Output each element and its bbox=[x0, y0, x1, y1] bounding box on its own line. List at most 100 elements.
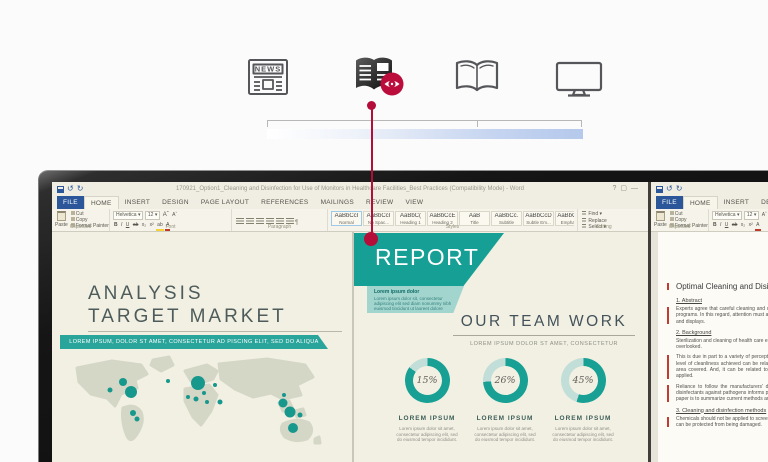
divider bbox=[88, 331, 342, 332]
ribbon-tab[interactable]: REVIEW bbox=[360, 196, 399, 209]
ribbon-tab[interactable]: DESIGN bbox=[755, 196, 768, 209]
copy-icon bbox=[71, 217, 75, 221]
save-icon[interactable] bbox=[656, 186, 663, 193]
font-size-dropdown[interactable]: 12 ▾ bbox=[744, 211, 759, 220]
ribbon: Paste Cut Copy Format Painter Clipboard … bbox=[52, 209, 648, 232]
paper-paragraph: This is due in part to a variety of perc… bbox=[676, 354, 768, 379]
title-bar: ↺ ↻ 170921_Option1_Cleaning and Disinfec… bbox=[52, 182, 648, 196]
ribbon-options-button[interactable]: ▢ bbox=[620, 185, 631, 192]
font-name-dropdown[interactable]: Helvetica ▾ bbox=[712, 211, 742, 220]
ribbon-tab[interactable]: FILE bbox=[656, 196, 683, 209]
stat-heading: LOREM IPSUM bbox=[389, 415, 465, 422]
undo-icon[interactable]: ↺ bbox=[666, 184, 673, 194]
ribbon-tab[interactable]: INSERT bbox=[718, 196, 756, 209]
ribbon-tab[interactable]: PAGE LAYOUT bbox=[195, 196, 255, 209]
document-area: Optimal Cleaning and Disinfection of Mon… bbox=[651, 232, 768, 462]
style-sample: AaBbCc. bbox=[492, 213, 521, 220]
team-subheading: LOREM IPSUM DOLOR ST AMET, CONSECTETUR bbox=[448, 341, 640, 347]
save-icon[interactable] bbox=[57, 186, 64, 193]
newspaper-icon-art: NEWS bbox=[246, 56, 290, 98]
paste-button[interactable]: Paste bbox=[654, 211, 667, 224]
monitor-icon[interactable] bbox=[554, 60, 604, 98]
document-title: 170921_Option1_Cleaning and Disinfection… bbox=[52, 182, 648, 196]
quick-access-toolbar[interactable]: ↺ ↻ bbox=[57, 184, 83, 194]
stat-heading: LOREM IPSUM bbox=[545, 415, 621, 422]
magazine-reader-icon-art bbox=[352, 54, 404, 98]
style-sample: AaBbCcI bbox=[364, 213, 393, 220]
quick-access-toolbar[interactable]: ↺ ↻ bbox=[656, 184, 682, 194]
page-heading: ANALYSIS TARGET MARKET bbox=[88, 282, 287, 328]
ribbon-tab[interactable]: REFERENCES bbox=[255, 196, 314, 209]
word-window-2: ↺ ↻ FILEHOMEINSERTDESIGNPAGE LAYOUT Past… bbox=[651, 182, 768, 462]
style-sample: AaBbCcD bbox=[524, 213, 553, 220]
paste-button[interactable]: Paste bbox=[55, 211, 68, 224]
newspaper-icon[interactable]: NEWS bbox=[246, 56, 290, 98]
donut-chart: 45% bbox=[561, 358, 606, 403]
font-name-dropdown[interactable]: Helvetica ▾ bbox=[113, 211, 143, 220]
monitor-screen: ↺ ↻ 170921_Option1_Cleaning and Disinfec… bbox=[52, 182, 768, 462]
styles-group: AaBbCcI Normal AaBbCcI No Spac... AaBbC( bbox=[328, 209, 578, 231]
style-sample: AaBbCcE bbox=[428, 213, 457, 220]
document-page-analysis: ANALYSIS TARGET MARKET LOREM IPSUM, DOLO… bbox=[52, 232, 352, 462]
ribbon-tab[interactable]: FILE bbox=[57, 196, 84, 209]
divider bbox=[453, 335, 635, 336]
paper-heading: 3. Cleaning and disinfection methods bbox=[676, 408, 768, 414]
paper-title: Optimal Cleaning and Disinfection of Mon… bbox=[676, 282, 768, 291]
ribbon-tab[interactable]: INSERT bbox=[119, 196, 157, 209]
style-sample: AaBbCcD bbox=[556, 213, 574, 220]
paper-paragraph: Experts agree that careful cleaning and … bbox=[676, 306, 768, 325]
open-book-icon-art bbox=[452, 57, 502, 97]
ribbon-tab[interactable]: HOME bbox=[84, 196, 119, 209]
magazine-reader-icon[interactable] bbox=[352, 54, 404, 98]
monitor-icon-art bbox=[554, 60, 604, 98]
stat-heading: LOREM IPSUM bbox=[467, 415, 543, 422]
donut-value: 26% bbox=[483, 358, 528, 403]
stat-column: 15% LOREM IPSUM Lorem ipsum dolor sit am… bbox=[389, 358, 465, 443]
world-map bbox=[57, 354, 347, 450]
style-sample: AaB bbox=[460, 213, 489, 220]
ribbon: Paste Cut Copy Format Painter Clipboard … bbox=[651, 209, 768, 232]
font-group: Helvetica ▾ 12 ▾ Aˆ Aˇ B I U ab x₂ x² A bbox=[709, 209, 768, 231]
grow-font-button[interactable]: Aˆ bbox=[162, 212, 170, 219]
progress-gradient-bar bbox=[267, 129, 583, 139]
ribbon-tabs: FILEHOMEINSERTDESIGNPAGE LAYOUT bbox=[651, 196, 768, 209]
report-callout: Lorem ipsum dolor Lorem ipsum dolor sit,… bbox=[367, 286, 464, 313]
teal-banner: LOREM IPSUM, DOLOR ST AMET, CONSECTETUR … bbox=[60, 335, 328, 349]
paper-heading: 1. Abstract bbox=[676, 298, 768, 304]
document-page-report: REPORT Lorem ipsum dolor Lorem ipsum dol… bbox=[354, 232, 648, 462]
paste-icon bbox=[57, 211, 66, 221]
ribbon-tab[interactable]: VIEW bbox=[399, 196, 429, 209]
document-area: ANALYSIS TARGET MARKET LOREM IPSUM, DOLO… bbox=[52, 232, 648, 462]
undo-icon[interactable]: ↺ bbox=[67, 184, 74, 194]
stat-body: Lorem ipsum dolor sit amet, consectetur … bbox=[545, 426, 621, 443]
group-label: Styles bbox=[328, 224, 577, 230]
minimize-button[interactable]: — bbox=[631, 185, 642, 192]
donut-chart: 26% bbox=[483, 358, 528, 403]
style-sample: AaBbCcI bbox=[332, 213, 361, 220]
open-book-icon[interactable] bbox=[452, 57, 502, 97]
ribbon-tab[interactable]: HOME bbox=[683, 196, 718, 209]
track-tick bbox=[267, 120, 268, 127]
grow-font-button[interactable]: Aˆ bbox=[761, 212, 768, 219]
ribbon-tabs: FILEHOMEINSERTDESIGNPAGE LAYOUTREFERENCE… bbox=[52, 196, 648, 209]
title-bar: ↺ ↻ bbox=[651, 182, 768, 196]
track-tick bbox=[477, 120, 478, 127]
paper-paragraph: Reliance to follow the manufacturers' di… bbox=[676, 384, 768, 403]
paper-heading: 2. Background bbox=[676, 330, 768, 336]
team-heading: OUR TEAM WORK bbox=[448, 313, 640, 331]
redo-icon[interactable]: ↻ bbox=[676, 184, 683, 194]
ribbon-tab[interactable]: MAILINGS bbox=[315, 196, 360, 209]
stat-body: Lorem ipsum dolor sit amet, consectetur … bbox=[467, 426, 543, 443]
carousel-track bbox=[267, 120, 582, 121]
font-size-dropdown[interactable]: 12 ▾ bbox=[145, 211, 160, 220]
paragraph-group: ¶ Paragraph bbox=[232, 209, 328, 231]
window-divider bbox=[648, 182, 651, 462]
paper-paragraph: Sterilization and cleaning of health car… bbox=[676, 338, 768, 351]
stat-column: 45% LOREM IPSUM Lorem ipsum dolor sit am… bbox=[545, 358, 621, 443]
window-controls[interactable]: ?▢— bbox=[612, 182, 642, 196]
shrink-font-button[interactable]: Aˇ bbox=[171, 212, 178, 219]
find-icon bbox=[582, 211, 586, 215]
cut-icon bbox=[670, 211, 674, 215]
redo-icon[interactable]: ↻ bbox=[77, 184, 84, 194]
ribbon-tab[interactable]: DESIGN bbox=[156, 196, 195, 209]
